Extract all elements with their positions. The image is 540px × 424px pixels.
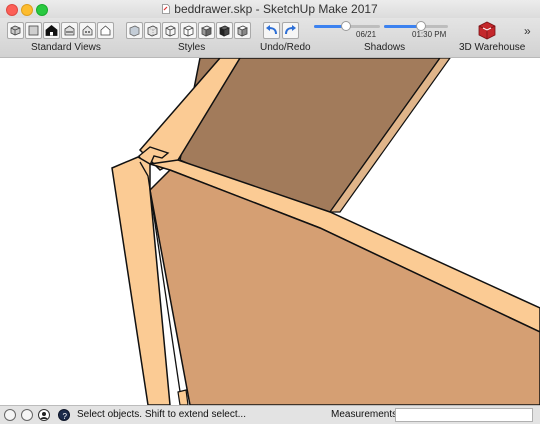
measurements-label: Measurements: [331, 409, 398, 420]
warehouse-label: 3D Warehouse: [459, 42, 526, 53]
right-view-icon[interactable]: [61, 22, 78, 39]
model-canvas[interactable]: [0, 58, 540, 405]
back-view-icon[interactable]: [79, 22, 96, 39]
undo-icon[interactable]: [263, 22, 280, 39]
window-title: beddrawer.skp - SketchUp Make 2017: [174, 2, 378, 16]
georeference-icon[interactable]: [4, 409, 16, 421]
title-bar: beddrawer.skp - SketchUp Make 2017: [0, 0, 540, 18]
monochrome-style-icon[interactable]: [234, 22, 251, 39]
shaded-textures-style-icon[interactable]: [216, 22, 233, 39]
shadow-date-slider[interactable]: 06/21: [314, 18, 380, 40]
warehouse-icon[interactable]: [477, 21, 497, 40]
styles-label: Styles: [178, 42, 206, 53]
window-title-wrap: beddrawer.skp - SketchUp Make 2017: [0, 2, 540, 16]
shadow-date-value: 06/21: [356, 30, 377, 39]
iso-view-icon[interactable]: [7, 22, 24, 39]
shadow-time-slider[interactable]: 01:30 PM: [384, 18, 448, 40]
help-icon[interactable]: ?: [58, 409, 70, 421]
front-view-icon[interactable]: [43, 22, 60, 39]
svg-text:?: ?: [63, 412, 68, 421]
standard-views-label: Standard Views: [31, 42, 101, 53]
status-message: Select objects. Shift to extend select..…: [77, 409, 246, 420]
left-view-icon[interactable]: [97, 22, 114, 39]
status-bar: ? Select objects. Shift to extend select…: [0, 405, 540, 424]
shadows-label: Shadows: [364, 42, 406, 53]
document-icon: [162, 4, 171, 14]
model-viewport[interactable]: [0, 58, 540, 405]
wireframe-style-icon[interactable]: [162, 22, 179, 39]
toolbar-overflow-button[interactable]: »: [524, 24, 531, 38]
bottom-notch: [177, 389, 189, 405]
info-icon[interactable]: [21, 409, 33, 421]
measurements-input[interactable]: [395, 408, 533, 422]
shadow-date-slider-thumb[interactable]: [341, 21, 351, 31]
top-view-icon[interactable]: [25, 22, 42, 39]
undo-redo-label: Undo/Redo: [260, 42, 311, 53]
main-toolbar: Standard Views Styles Undo/Redo 06/21 01…: [0, 18, 540, 58]
shaded-style-icon[interactable]: [198, 22, 215, 39]
hidden-line-style-icon[interactable]: [180, 22, 197, 39]
user-account-icon[interactable]: [38, 409, 50, 421]
xray-style-icon[interactable]: [126, 22, 143, 39]
back-edges-style-icon[interactable]: [144, 22, 161, 39]
shadow-time-value: 01:30 PM: [412, 30, 447, 39]
redo-icon[interactable]: [282, 22, 299, 39]
